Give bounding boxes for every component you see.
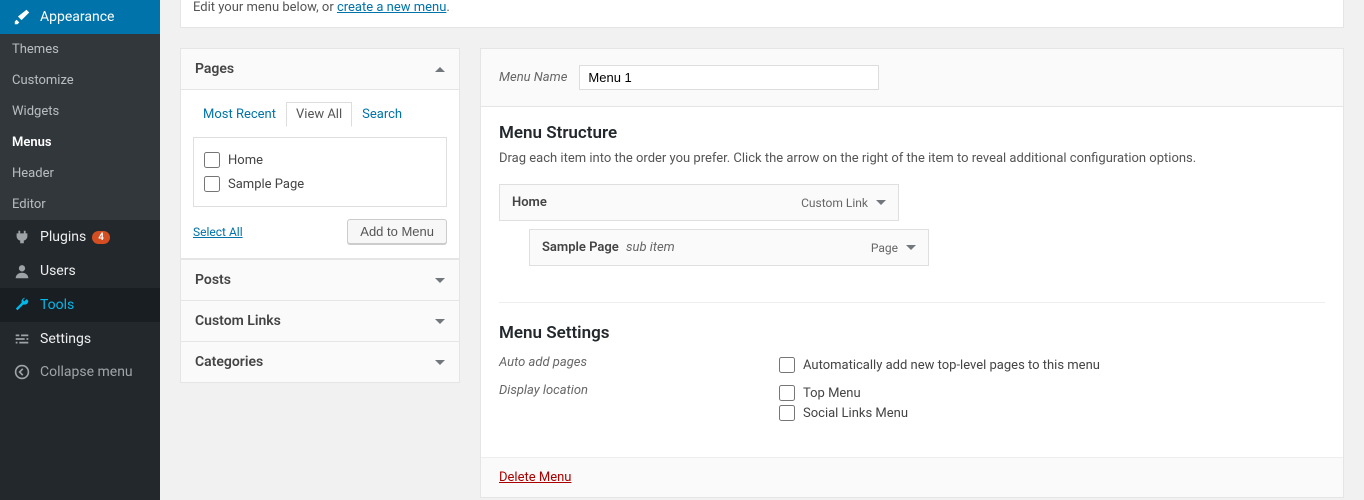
- checkbox-top-menu[interactable]: [779, 385, 795, 401]
- pages-checklist: Home Sample Page: [193, 137, 447, 207]
- plug-icon: [12, 228, 32, 246]
- menu-name-row: Menu Name: [481, 49, 1343, 107]
- accordion-head-categories[interactable]: Categories: [180, 342, 460, 383]
- location-top-menu[interactable]: Top Menu: [779, 383, 908, 403]
- user-icon: [12, 262, 32, 280]
- menu-item-sample-page[interactable]: Sample Page sub item Page: [529, 229, 929, 266]
- sidebar-item-themes[interactable]: Themes: [0, 34, 160, 65]
- sliders-icon: [12, 330, 32, 348]
- sidebar-item-editor[interactable]: Editor: [0, 189, 160, 220]
- delete-menu-link[interactable]: Delete Menu: [499, 470, 571, 485]
- tab-search[interactable]: Search: [352, 102, 412, 127]
- main-content: Edit your menu below, or create a new me…: [160, 0, 1364, 500]
- sidebar-item-customize[interactable]: Customize: [0, 65, 160, 96]
- plugin-update-badge: 4: [92, 231, 110, 244]
- sidebar-item-plugins[interactable]: Plugins 4: [0, 220, 160, 254]
- checkbox-home[interactable]: [204, 152, 220, 168]
- sidebar-item-tools[interactable]: Tools: [0, 288, 160, 322]
- caret-down-icon: [435, 319, 445, 324]
- display-location-label: Display location: [499, 383, 779, 423]
- menu-editor: Menu Name Menu Structure Drag each item …: [480, 48, 1344, 498]
- wrench-icon: [12, 296, 32, 314]
- checkbox-auto-add[interactable]: [779, 357, 795, 373]
- sidebar-label: Tools: [40, 297, 74, 313]
- sidebar-item-widgets[interactable]: Widgets: [0, 96, 160, 127]
- menu-intro-bar: Edit your menu below, or create a new me…: [180, 0, 1344, 28]
- add-items-accordion: Pages Most Recent View All Search Home S…: [180, 48, 460, 498]
- menu-item-type: Page: [871, 241, 916, 255]
- page-option-home[interactable]: Home: [204, 148, 436, 172]
- menu-settings-heading: Menu Settings: [499, 323, 1325, 343]
- location-social-menu[interactable]: Social Links Menu: [779, 403, 908, 423]
- sidebar-label: Appearance: [40, 9, 114, 25]
- accordion-head-pages[interactable]: Pages: [180, 48, 460, 90]
- expand-icon[interactable]: [906, 245, 916, 250]
- menu-editor-footer: Delete Menu: [481, 457, 1343, 497]
- auto-add-option[interactable]: Automatically add new top-level pages to…: [779, 355, 1100, 375]
- checkbox-sample[interactable]: [204, 176, 220, 192]
- pages-tabs: Most Recent View All Search: [193, 102, 447, 127]
- collapse-menu-button[interactable]: Collapse menu: [0, 356, 160, 388]
- sidebar-label: Settings: [40, 331, 91, 347]
- menu-structure-heading: Menu Structure: [499, 123, 1325, 143]
- page-option-sample[interactable]: Sample Page: [204, 172, 436, 196]
- menu-item-type: Custom Link: [801, 196, 886, 210]
- collapse-label: Collapse menu: [40, 364, 133, 380]
- create-new-menu-link[interactable]: create a new menu: [337, 0, 446, 15]
- accordion-head-posts[interactable]: Posts: [180, 259, 460, 301]
- menu-name-label: Menu Name: [499, 70, 567, 85]
- sidebar-item-users[interactable]: Users: [0, 254, 160, 288]
- sidebar-label: Users: [40, 263, 76, 279]
- tab-view-all[interactable]: View All: [286, 102, 352, 127]
- accordion-body-pages: Most Recent View All Search Home Sample …: [180, 90, 460, 259]
- sidebar-item-appearance[interactable]: Appearance: [0, 0, 160, 34]
- add-to-menu-button[interactable]: Add to Menu: [347, 219, 447, 244]
- admin-sidebar: Appearance Themes Customize Widgets Menu…: [0, 0, 160, 500]
- expand-icon[interactable]: [876, 200, 886, 205]
- sidebar-label: Plugins: [40, 229, 86, 245]
- menu-item-home[interactable]: Home Custom Link: [499, 184, 899, 221]
- accordion-head-custom-links[interactable]: Custom Links: [180, 301, 460, 342]
- checkbox-social-menu[interactable]: [779, 405, 795, 421]
- paintbrush-icon: [12, 8, 32, 26]
- caret-down-icon: [435, 360, 445, 365]
- sidebar-item-menus[interactable]: Menus: [0, 127, 160, 158]
- select-all-link[interactable]: Select All: [193, 225, 243, 239]
- sidebar-item-header[interactable]: Header: [0, 158, 160, 189]
- auto-add-label: Auto add pages: [499, 355, 779, 375]
- sidebar-item-settings[interactable]: Settings: [0, 322, 160, 356]
- caret-up-icon: [435, 67, 445, 72]
- menu-name-input[interactable]: [579, 65, 879, 90]
- tab-most-recent[interactable]: Most Recent: [193, 102, 286, 127]
- menu-structure-desc: Drag each item into the order you prefer…: [499, 151, 1325, 166]
- caret-down-icon: [435, 278, 445, 283]
- collapse-icon: [12, 364, 32, 380]
